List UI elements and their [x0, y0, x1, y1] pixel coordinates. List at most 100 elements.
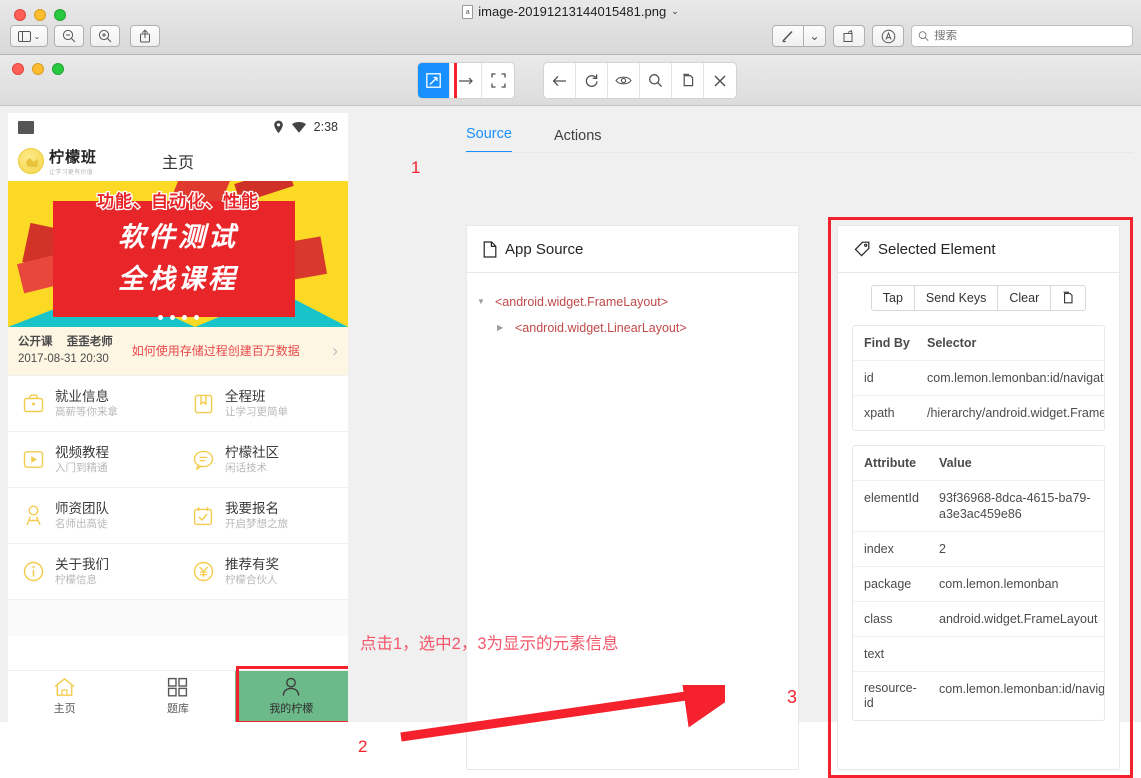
nav-label: 我的柠檬 [269, 700, 313, 716]
annotate-button[interactable] [872, 25, 904, 47]
chevron-down-icon[interactable]: ⌄ [671, 6, 679, 17]
clear-button[interactable]: Clear [998, 285, 1051, 311]
zoom-out-button[interactable] [54, 25, 84, 47]
tap-coordinates-button[interactable] [482, 63, 514, 98]
document-title-bar[interactable]: a image-20191213144015481.png ⌄ [0, 4, 1141, 19]
status-bar-time: 2:38 [314, 120, 338, 134]
menu-item-sub: 柠檬信息 [55, 573, 109, 588]
menu-item-sub: 入门到精通 [55, 461, 109, 476]
table-row[interactable]: elementId 93f36968-8dca-4615-ba79-a3e3ac… [853, 481, 1104, 532]
inspector-minimize-button[interactable] [32, 63, 44, 75]
menu-item-title: 关于我们 [55, 556, 109, 573]
nav-item-questionbank[interactable]: 题库 [121, 671, 234, 722]
carousel-dot[interactable] [170, 315, 175, 320]
nav-label: 题库 [167, 700, 189, 716]
send-keys-button[interactable]: Send Keys [915, 285, 998, 311]
search-field-wrapper[interactable] [911, 25, 1133, 47]
menu-item-teachers[interactable]: 师资团队 名师出高徒 [8, 488, 178, 543]
page-title: 主页 [8, 149, 348, 173]
tab-source[interactable]: Source [466, 126, 512, 153]
table-row[interactable]: package com.lemon.lemonban [853, 567, 1104, 602]
swipe-button[interactable] [450, 63, 482, 98]
tree-node-label: <android.widget.LinearLayout> [515, 315, 687, 341]
table-row[interactable]: resource-id com.lemon.lemonban:id/naviga… [853, 672, 1104, 720]
content-filler [8, 600, 348, 636]
refresh-source-button[interactable] [576, 63, 608, 98]
notice-teacher: 歪歪老师 [67, 336, 113, 348]
zoom-in-button[interactable] [90, 25, 120, 47]
table-row[interactable]: index 2 [853, 532, 1104, 567]
inspector-close-button[interactable] [12, 63, 24, 75]
notice-row[interactable]: 公开课 歪歪老师 2017-08-31 20:30 如何使用存储过程创建百万数据… [8, 327, 348, 376]
annotation-arrow-icon [395, 685, 725, 745]
tree-node-framelayout[interactable]: ▼ <android.widget.FrameLayout> [477, 289, 788, 315]
carousel-dots[interactable] [8, 315, 348, 320]
attribute-table: Attribute Value elementId 93f36968-8dca-… [852, 445, 1105, 721]
caret-right-icon[interactable]: ▶ [497, 315, 507, 341]
document-icon [483, 241, 497, 258]
menu-item-title: 就业信息 [55, 388, 118, 405]
copy-xml-button[interactable] [672, 63, 704, 98]
eye-icon[interactable] [608, 63, 640, 98]
annotation-instruction: 点击1，选中2，3为显示的元素信息 [360, 630, 619, 654]
column-header-attribute: Attribute [853, 446, 931, 480]
banner-line-1: 软件测试 [8, 215, 348, 254]
menu-item-video[interactable]: 视频教程 入门到精通 [8, 432, 178, 487]
nav-item-home[interactable]: 主页 [8, 671, 121, 722]
column-header-findby: Find By [853, 326, 919, 360]
selected-element-panel: Selected Element Tap Send Keys Clear Fin… [837, 225, 1120, 770]
menu-item-sub: 名师出高徒 [55, 517, 109, 532]
table-row[interactable]: xpath /hierarchy/android.widget.FrameLay… [853, 396, 1104, 430]
inspector-maximize-button[interactable] [52, 63, 64, 75]
markup-pen-button[interactable] [772, 25, 804, 47]
back-button[interactable] [544, 63, 576, 98]
menu-item-sub: 开启梦想之旅 [225, 517, 288, 532]
selector-table: Find By Selector id com.lemon.lemonban:i… [852, 325, 1105, 431]
promo-banner[interactable]: 功能、自动化、性能 软件测试 全栈课程 [8, 181, 348, 327]
table-row[interactable]: id com.lemon.lemonban:id/navigation_mː [853, 361, 1104, 396]
nav-item-mylemon[interactable]: 我的柠檬 [235, 671, 348, 722]
select-element-button[interactable] [418, 63, 450, 98]
search-button[interactable] [640, 63, 672, 98]
menu-item-sub: 让学习更简单 [225, 405, 288, 420]
carousel-dot[interactable] [194, 315, 199, 320]
markup-dropdown-button[interactable]: ⌄ [804, 25, 826, 47]
table-row[interactable]: class android.widget.FrameLayout [853, 602, 1104, 637]
carousel-dot[interactable] [182, 315, 187, 320]
app-source-title: App Source [505, 241, 583, 258]
image-file-icon: a [462, 5, 473, 19]
menu-item-community[interactable]: 柠檬社区 闲话技术 [178, 432, 348, 487]
inspector-traffic-lights[interactable] [12, 63, 64, 75]
bottom-navigation: 主页 题库 我的柠檬 [8, 670, 348, 722]
menu-item-about[interactable]: 关于我们 柠檬信息 [8, 544, 178, 599]
inspector-mode-group [418, 63, 514, 98]
quit-session-button[interactable] [704, 63, 736, 98]
menu-item-fullcourse[interactable]: 全程班 让学习更简单 [178, 376, 348, 431]
tap-button[interactable]: Tap [871, 285, 915, 311]
rotate-button[interactable] [833, 25, 865, 47]
search-input[interactable] [934, 30, 1126, 42]
menu-item-signup[interactable]: 我要报名 开启梦想之旅 [178, 488, 348, 543]
preview-toolbar-left: ⌄ [10, 25, 160, 47]
inspector-titlebar: 1 [0, 55, 1141, 106]
cell-value: 93f36968-8dca-4615-ba79-a3e3ac459e86 [931, 481, 1104, 531]
tree-node-linearlayout[interactable]: ▶ <android.widget.LinearLayout> [477, 315, 788, 341]
table-row[interactable]: text [853, 637, 1104, 672]
table-header-row: Find By Selector [853, 326, 1104, 361]
tab-actions[interactable]: Actions [554, 128, 602, 153]
menu-row: 师资团队 名师出高徒 我要报名 开启梦想之旅 [8, 488, 348, 544]
copy-button[interactable] [1051, 285, 1086, 311]
menu-item-referral[interactable]: 推荐有奖 柠檬合伙人 [178, 544, 348, 599]
carousel-dot[interactable] [158, 315, 163, 320]
share-button[interactable] [130, 25, 160, 47]
caret-down-icon[interactable]: ▼ [477, 289, 487, 315]
bookmark-icon [192, 393, 214, 415]
menu-row: 就业信息 高薪等你来拿 全程班 让学习更简单 [8, 376, 348, 432]
menu-item-jobs[interactable]: 就业信息 高薪等你来拿 [8, 376, 178, 431]
menu-item-title: 推荐有奖 [225, 556, 279, 573]
sidebar-toggle-button[interactable]: ⌄ [10, 25, 48, 47]
appium-inspector-window: 1 2:38 柠檬班 让学习更有价值 主页 [0, 55, 1141, 722]
device-screenshot[interactable]: 2:38 柠檬班 让学习更有价值 主页 功能、自动化、性能 软件测试 全栈课程 [8, 113, 348, 722]
chevron-right-icon: › [332, 341, 338, 361]
cell-value: com.lemon.lemonban [931, 567, 1104, 601]
